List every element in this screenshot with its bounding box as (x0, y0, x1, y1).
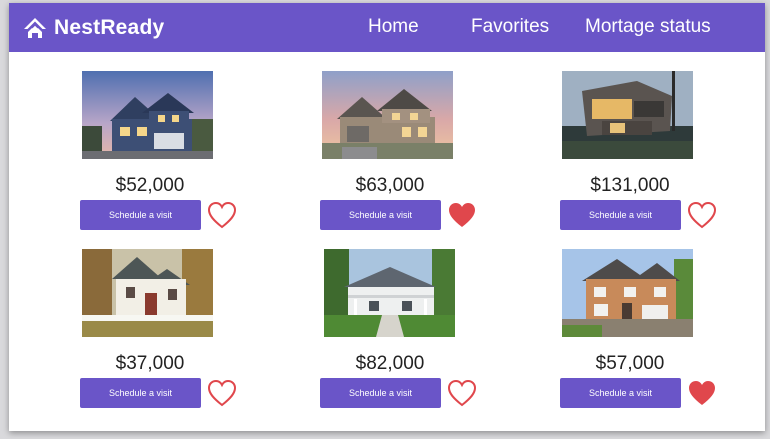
listing-photo[interactable] (562, 249, 693, 337)
heart-filled-icon[interactable] (447, 201, 477, 229)
listing-photo[interactable] (82, 71, 213, 159)
brand-logo[interactable]: NestReady (23, 14, 164, 42)
listing-photo[interactable] (562, 71, 693, 159)
listing-photo[interactable] (322, 71, 453, 159)
listing-card: $37,000 Schedule a visit (80, 249, 242, 409)
listing-price: $52,000 (115, 175, 185, 196)
nav-favorites[interactable]: Favorites (471, 16, 549, 38)
house-logo-icon (23, 16, 47, 40)
schedule-visit-button[interactable]: Schedule a visit (80, 378, 201, 408)
listing-card: $57,000 Schedule a visit (560, 249, 722, 409)
heart-filled-icon[interactable] (687, 379, 717, 407)
listing-photo[interactable] (82, 249, 213, 337)
listing-price: $57,000 (595, 353, 665, 374)
schedule-visit-button[interactable]: Schedule a visit (320, 378, 441, 408)
schedule-visit-button[interactable]: Schedule a visit (560, 378, 681, 408)
schedule-visit-button[interactable]: Schedule a visit (320, 200, 441, 230)
listing-price: $82,000 (355, 353, 425, 374)
listing-card: $52,000 Schedule a visit (80, 71, 242, 231)
heart-outline-icon[interactable] (207, 379, 237, 407)
listing-card: $131,000 Schedule a visit (560, 71, 722, 231)
brand-name: NestReady (54, 16, 165, 39)
listing-price: $37,000 (115, 353, 185, 374)
listing-photo[interactable] (322, 249, 457, 337)
heart-outline-icon[interactable] (207, 201, 237, 229)
heart-outline-icon[interactable] (447, 379, 477, 407)
listing-card: $82,000 Schedule a visit (320, 249, 482, 409)
listing-card: $63,000 Schedule a visit (320, 71, 482, 231)
nav-mortgage-status[interactable]: Mortage status (585, 16, 711, 38)
nav-home[interactable]: Home (368, 16, 419, 38)
schedule-visit-button[interactable]: Schedule a visit (560, 200, 681, 230)
app-window: NestReady Home Favorites Mortage status (9, 3, 765, 431)
navbar: NestReady Home Favorites Mortage status (9, 3, 765, 52)
heart-outline-icon[interactable] (687, 201, 717, 229)
listing-price: $63,000 (355, 175, 425, 196)
listing-price: $131,000 (590, 175, 670, 196)
schedule-visit-button[interactable]: Schedule a visit (80, 200, 201, 230)
